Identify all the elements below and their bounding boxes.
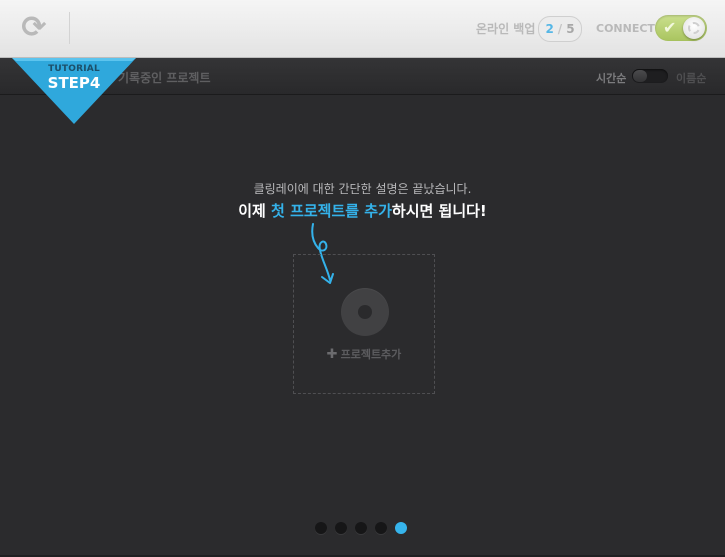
refresh-icon[interactable]: ⟳ <box>18 12 50 44</box>
backup-count-badge: 2 / 5 <box>538 16 582 42</box>
backup-count-separator: / <box>557 22 563 36</box>
tutorial-pagination <box>315 522 407 534</box>
sort-switch-knob <box>633 70 647 82</box>
tutorial-step-label: STEP4 <box>47 74 101 92</box>
toolbar-divider <box>69 12 70 44</box>
add-project-label-row: ✚ 프로젝트추가 <box>294 346 434 362</box>
cta-highlight: 첫 프로젝트를 추가 <box>271 202 392 220</box>
disc-icon <box>341 288 389 336</box>
disc-hole <box>358 305 372 319</box>
add-project-card[interactable]: ✚ 프로젝트추가 <box>293 254 435 394</box>
tutorial-message-cta: 이제 첫 프로젝트를 추가하시면 됩니다! <box>0 200 725 221</box>
backup-used-count: 2 <box>545 22 554 36</box>
sort-by-time-option[interactable]: 시간순 <box>596 70 626 86</box>
cta-suffix: 하시면 됩니다! <box>391 202 487 220</box>
toggle-knob <box>683 17 705 39</box>
pagination-dot-2[interactable] <box>335 522 347 534</box>
plus-icon: ✚ <box>326 347 338 362</box>
connect-toggle[interactable]: ✔ <box>655 15 707 41</box>
pagination-dot-4[interactable] <box>375 522 387 534</box>
connect-label: CONNECT <box>596 22 655 35</box>
cta-prefix: 이제 <box>238 202 272 220</box>
pagination-dot-1[interactable] <box>315 522 327 534</box>
backup-total-count: 5 <box>566 22 575 36</box>
online-backup-label: 온라인 백업 <box>476 22 536 36</box>
checkmark-icon: ✔ <box>663 18 677 37</box>
add-project-label: 프로젝트추가 <box>340 348 402 361</box>
tutorial-step-ribbon: TUTORIAL STEP4 <box>12 58 136 124</box>
sort-order-switch[interactable] <box>632 69 668 83</box>
tutorial-message-intro: 클링레이에 대한 간단한 설명은 끝났습니다. <box>253 182 472 196</box>
pagination-dot-5[interactable] <box>395 522 407 534</box>
pagination-dot-3[interactable] <box>355 522 367 534</box>
sort-by-name-option[interactable]: 이름순 <box>676 70 706 86</box>
tutorial-label: TUTORIAL <box>48 64 100 74</box>
top-bar: ⟳ 온라인 백업 2 / 5 CONNECT ✔ <box>0 0 725 58</box>
